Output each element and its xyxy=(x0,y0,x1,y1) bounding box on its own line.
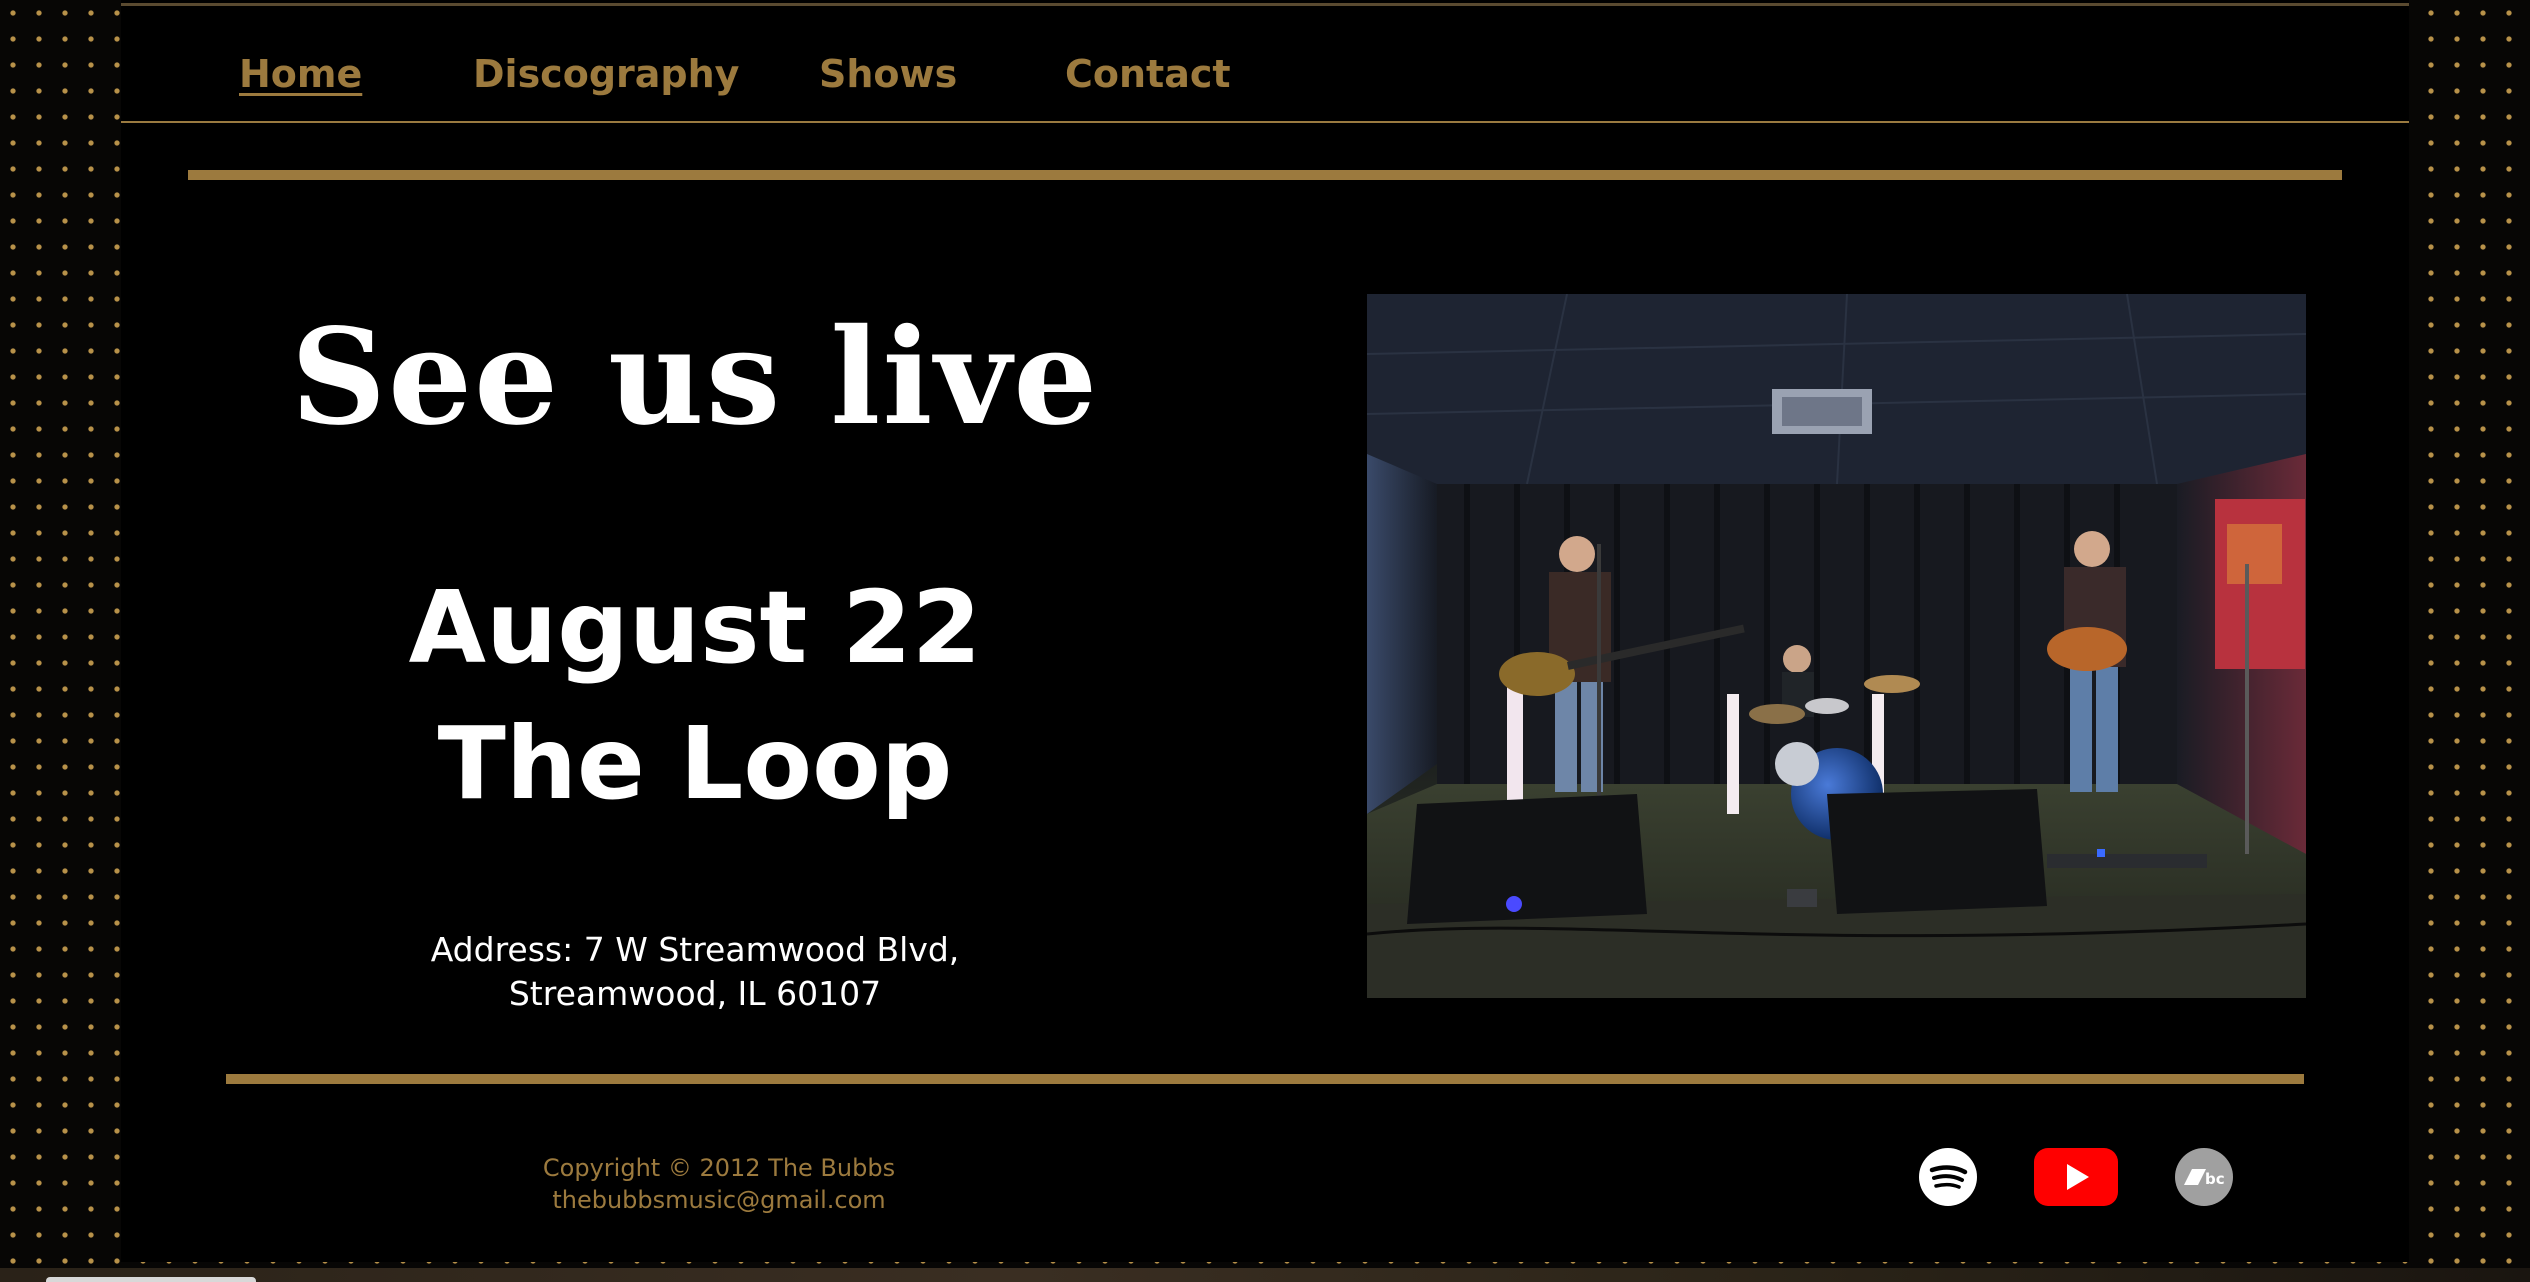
top-divider xyxy=(188,170,2342,180)
address-line-2: Streamwood, IL 60107 xyxy=(508,974,882,1013)
band-live-photo xyxy=(1367,294,2306,998)
youtube-icon xyxy=(2034,1148,2118,1206)
show-date: August 22 xyxy=(408,569,982,686)
bandcamp-icon: bc xyxy=(2175,1148,2233,1206)
youtube-link[interactable] xyxy=(2034,1147,2118,1207)
show-address: Address: 7 W Streamwood Blvd, Streamwood… xyxy=(300,928,1090,1016)
page-title: See us live xyxy=(290,300,1100,455)
footer-info: Copyright © 2012 The Bubbs thebubbsmusic… xyxy=(520,1152,918,1216)
svg-text:bc: bc xyxy=(2205,1170,2225,1188)
copyright-text: Copyright © 2012 The Bubbs xyxy=(542,1154,896,1182)
spotify-icon xyxy=(1919,1148,1977,1206)
show-venue: The Loop xyxy=(437,705,953,822)
nav-contact-link[interactable]: Contact xyxy=(1065,52,1231,96)
spotify-link[interactable] xyxy=(1918,1147,1978,1207)
nav-shows-link[interactable]: Shows xyxy=(819,52,957,96)
bottom-tab-indicator xyxy=(46,1277,256,1282)
nav-home-link[interactable]: Home xyxy=(239,52,362,96)
bandcamp-link[interactable]: bc xyxy=(2174,1147,2234,1207)
address-line-1: Address: 7 W Streamwood Blvd, xyxy=(430,930,960,969)
contact-email[interactable]: thebubbsmusic@gmail.com xyxy=(520,1184,918,1216)
nav-discography-link[interactable]: Discography xyxy=(473,52,739,96)
window-bottom-bar xyxy=(0,1268,2530,1282)
bottom-divider xyxy=(226,1074,2304,1084)
main-nav: Home Discography Shows Contact xyxy=(121,6,2409,123)
